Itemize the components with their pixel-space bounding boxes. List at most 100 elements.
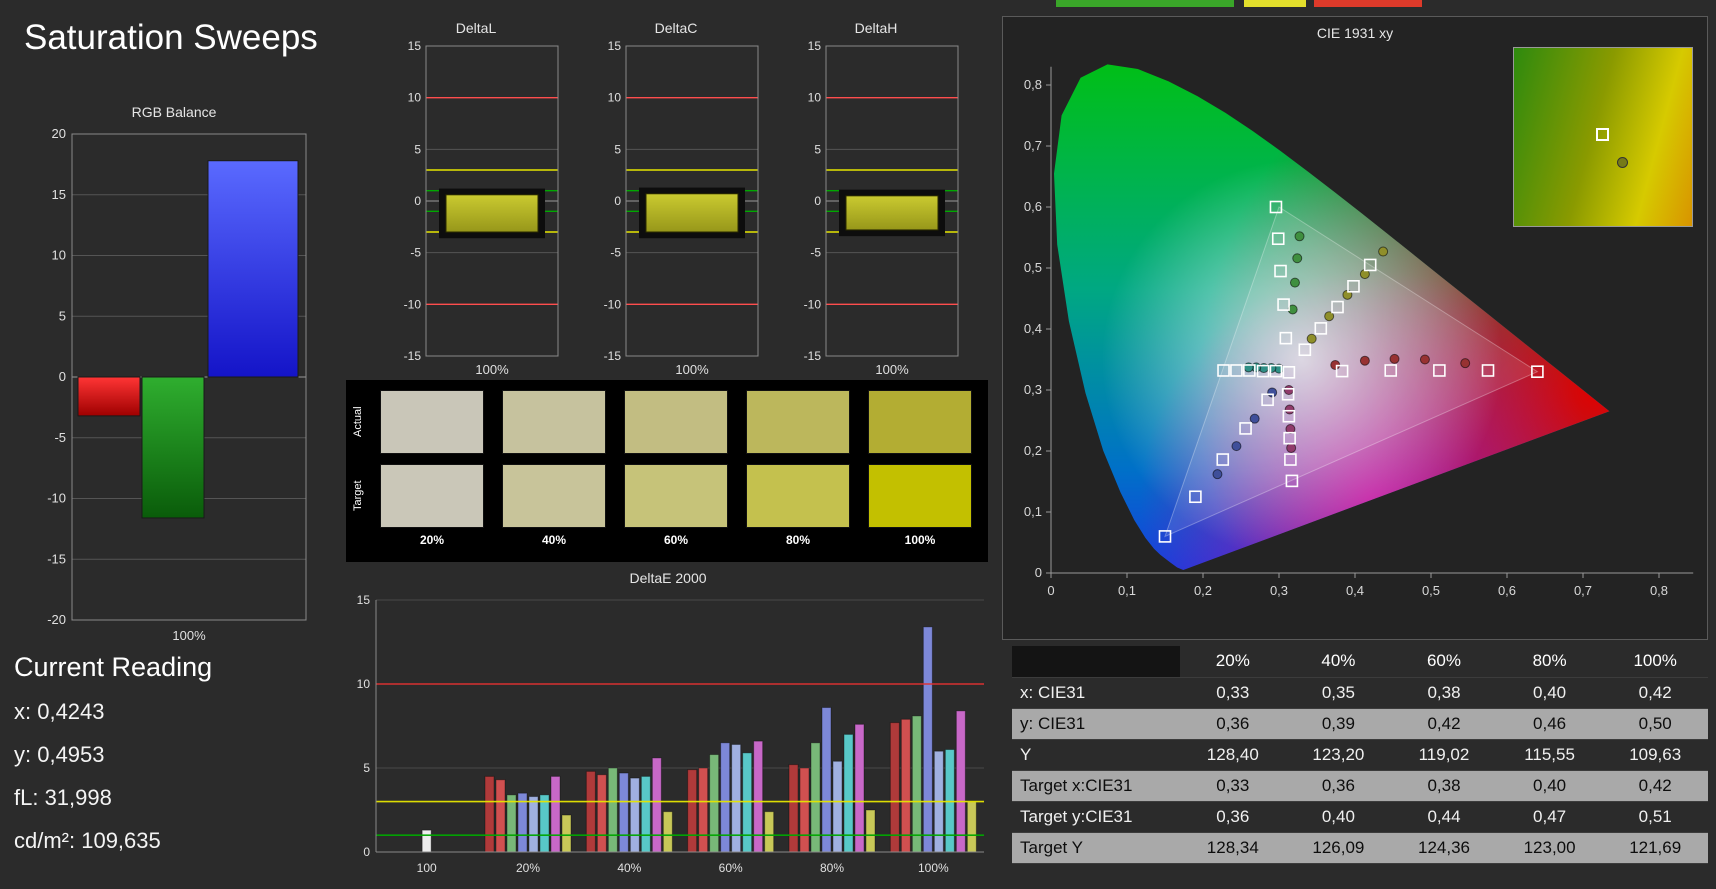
deltae-bar (709, 754, 720, 853)
measurement-table: 20% 40% 60% 80% 100% x: CIE31 0,33 0,35 0,38 0,40… (1012, 646, 1708, 864)
tick-label: 5 (363, 761, 370, 775)
tick-label: 0 (1047, 583, 1054, 598)
table-cell: 0,42 (1391, 708, 1497, 740)
table-cell: 128,40 (1180, 739, 1286, 771)
tick-label: 60% (719, 861, 743, 875)
delta-title: DeltaL (455, 20, 497, 36)
table-row: Y 128,40 123,20 119,02 115,55 109,63 (1012, 739, 1708, 771)
deltae-svg: 15 10 5 0 100 20% 40% 60% 80% 100% (357, 593, 984, 875)
rgb-bar-green (141, 376, 205, 519)
swatch-col-label: 20% (419, 533, 445, 547)
tick-label: 100% (172, 628, 206, 643)
table-row: y: CIE31 0,36 0,39 0,42 0,46 0,50 (1012, 708, 1708, 740)
toolbar-button-green[interactable] (1056, 0, 1234, 7)
reading-value: cd/m²: 109,635 (14, 828, 161, 853)
tick-label: 10 (52, 248, 66, 263)
delta-panel-DeltaC: DeltaC 15 10 5 0 -5 -10 -15 100% (588, 20, 764, 383)
rgb-bar-blue (207, 160, 299, 378)
table-cell: 128,34 (1180, 832, 1286, 864)
tick-label: 10 (357, 677, 371, 691)
measured-point (1267, 387, 1278, 398)
deltae-panel: DeltaE 2000 15 10 5 0 100 20% 40% 60% 80% 100% (346, 570, 990, 889)
table-cell: 123,20 (1285, 739, 1392, 771)
deltae-bar (698, 767, 709, 853)
toolbar-button-yellow[interactable] (1244, 0, 1306, 7)
swatch-actual-60% (624, 390, 728, 454)
toolbar-button-red[interactable] (1314, 0, 1422, 7)
tick-label: -10 (804, 297, 822, 311)
measured-point (1284, 404, 1295, 415)
tick-label: 0 (363, 845, 370, 859)
tick-label: -10 (47, 491, 66, 506)
deltae-bar (539, 794, 550, 853)
table-cell: 0,40 (1496, 677, 1603, 709)
swatch-actual-20% (380, 390, 484, 454)
table-row-label: x: CIE31 (1012, 677, 1180, 709)
table-row: Target Y 128,34 126,09 124,36 123,00 121,69 (1012, 832, 1708, 864)
tick-label: 100% (675, 362, 709, 377)
deltae-bar (799, 767, 810, 853)
tick-label: 10 (408, 91, 422, 105)
swatch-col-label: 40% (541, 533, 567, 547)
tick-label: 0,7 (1024, 138, 1042, 153)
deltae-bar (528, 796, 539, 853)
tick-label: 0 (414, 194, 421, 208)
rgb-balance-title: RGB Balance (131, 104, 217, 120)
deltae-bar (662, 811, 673, 853)
measured-point (1283, 385, 1294, 395)
tick-label: 20 (52, 126, 66, 141)
tick-label: 100 (417, 861, 437, 875)
tick-label: -5 (410, 246, 421, 260)
tick-label: 0,6 (1498, 583, 1516, 598)
deltae-bar (495, 779, 506, 853)
table-row-label: Y (1012, 739, 1180, 771)
table-cell: 0,39 (1285, 708, 1392, 740)
table-row: Target y:CIE31 0,36 0,40 0,44 0,47 0,51 (1012, 801, 1708, 833)
table-cell: 109,63 (1602, 739, 1708, 771)
delta-bar (845, 195, 939, 231)
delta-title: DeltaH (854, 20, 898, 36)
rgb-bar-red (77, 376, 141, 417)
delta-panel-DeltaL: DeltaL 15 10 5 0 -5 -10 -15 100% (388, 20, 564, 383)
delta-title: DeltaC (654, 20, 698, 36)
delta-bar (445, 194, 539, 233)
tick-label: 100% (475, 362, 509, 377)
reading-value: fL: 31,998 (14, 785, 112, 810)
tick-label: 0,4 (1024, 321, 1042, 336)
table-cell: 0,50 (1602, 708, 1708, 740)
table-col-header: 40% (1285, 646, 1392, 678)
tick-label: 15 (608, 39, 622, 53)
tick-label: 15 (52, 187, 66, 202)
tick-label: -10 (604, 297, 622, 311)
table-cell: 0,36 (1285, 770, 1392, 802)
saturation-table: 20% 40% 60% 80% 100% x: CIE31 0,33 0,35 0,38 0,40… (1012, 646, 1708, 864)
reading-value: x: 0,4243 (14, 699, 105, 724)
swatch-actual-40% (502, 390, 606, 454)
table-cell: 0,36 (1180, 801, 1286, 833)
deltae-bar (651, 757, 662, 853)
measured-point (1249, 413, 1260, 424)
table-cell: 0,42 (1602, 770, 1708, 802)
deltae-bar (607, 767, 618, 853)
page-title: Saturation Sweeps (24, 18, 318, 57)
table-row: x: CIE31 0,33 0,35 0,38 0,40 0,42 (1012, 677, 1708, 709)
deltae-bar (854, 723, 865, 853)
swatch-target-40% (502, 464, 606, 528)
deltae-bar (900, 718, 911, 853)
table-col-header: 80% (1496, 646, 1603, 678)
measured-point (1231, 441, 1242, 452)
table-cell: 119,02 (1391, 739, 1497, 771)
measured-point (1286, 442, 1297, 453)
table-cell: 0,46 (1496, 708, 1603, 740)
deltae-bar (742, 752, 753, 853)
rgb-balance-svg: 20 15 10 5 0 -5 -10 -15 -20 100% (47, 126, 307, 643)
deltae-bar (585, 770, 596, 853)
tick-label: 100% (875, 362, 909, 377)
delta-svg: 15 10 5 0 -5 -10 -15 100% (804, 39, 959, 377)
tick-label: 20% (516, 861, 540, 875)
measured-point (1378, 246, 1389, 257)
tick-label: 5 (414, 142, 421, 156)
table-cell: 0,38 (1391, 677, 1497, 709)
deltae-bar (484, 775, 495, 853)
table-row-label: y: CIE31 (1012, 708, 1180, 740)
